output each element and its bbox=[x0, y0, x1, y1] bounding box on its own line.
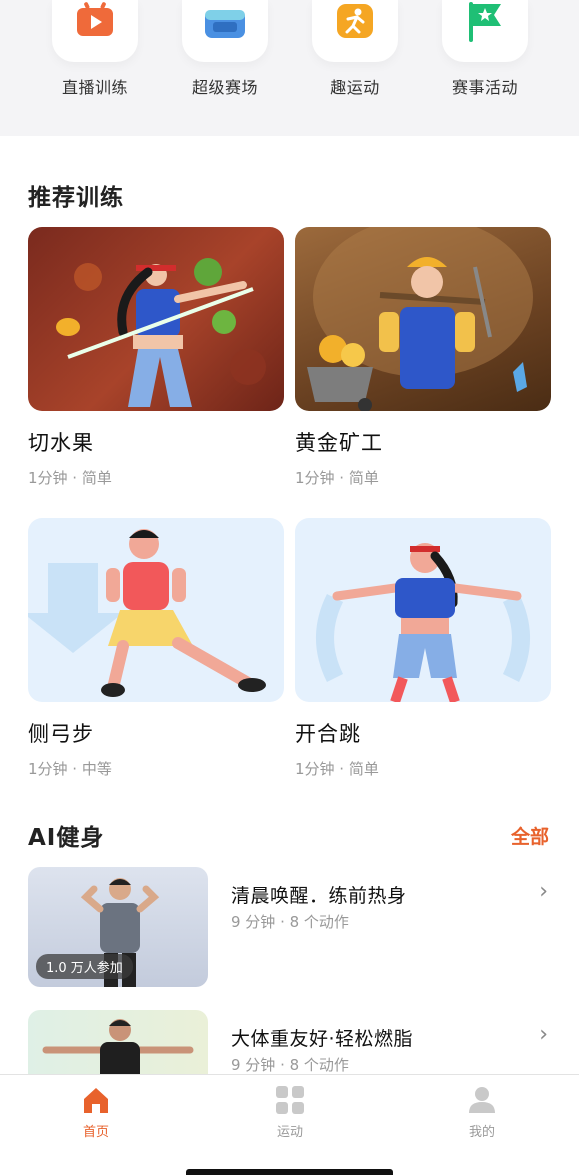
training-card-title: 黄金矿工 bbox=[295, 431, 383, 455]
quick-entry-label: 超级赛场 bbox=[191, 78, 258, 97]
tab-home[interactable]: 首页 bbox=[46, 1085, 146, 1140]
chevron-right-icon: › bbox=[539, 879, 548, 904]
home-indicator bbox=[186, 1169, 393, 1175]
training-card-meta: 1分钟 · 中等 bbox=[28, 760, 112, 778]
ai-fitness-section-title: AI健身 bbox=[28, 825, 105, 851]
fruit-ninja-illustration bbox=[28, 227, 284, 411]
jumping-jack-illustration bbox=[295, 518, 551, 702]
ai-workout-thumbnail: 1.0 万人参加 bbox=[28, 867, 208, 987]
quick-entry-live-training[interactable]: 直播训练 bbox=[30, 0, 160, 98]
tab-label: 我的 bbox=[468, 1125, 495, 1140]
training-card-meta: 1分钟 · 简单 bbox=[295, 760, 379, 778]
quick-entry-bar: 直播训练 超级赛场 趣运动 赛事活动 bbox=[0, 0, 579, 136]
ai-workout-row[interactable]: 1.0 万人参加 清晨唤醒．练前热身 9 分钟 · 8 个动作 › bbox=[28, 867, 552, 989]
training-card-title: 开合跳 bbox=[295, 722, 361, 746]
ai-fitness-all-link[interactable]: 全部 bbox=[511, 822, 549, 849]
ai-workout-title: 大体重友好·轻松燃脂 bbox=[231, 1028, 414, 1050]
training-card-meta: 1分钟 · 简单 bbox=[295, 469, 379, 487]
home-icon bbox=[84, 1088, 108, 1113]
quick-entry-fun-sport[interactable]: 趣运动 bbox=[290, 0, 420, 98]
grid-icon bbox=[276, 1086, 304, 1114]
training-card-side-lunge[interactable]: 侧弓步 1分钟 · 中等 bbox=[28, 518, 284, 779]
bottom-tab-bar: 首页 运动 我的 bbox=[0, 1074, 579, 1175]
side-lunge-illustration bbox=[28, 518, 284, 702]
tab-label: 首页 bbox=[82, 1125, 109, 1140]
quick-entry-label: 赛事活动 bbox=[451, 78, 518, 97]
user-icon bbox=[469, 1087, 495, 1113]
quick-entry-icon-box bbox=[182, 0, 268, 62]
tab-me[interactable]: 我的 bbox=[432, 1085, 532, 1140]
training-card-title: 侧弓步 bbox=[28, 722, 94, 746]
quick-entry-label: 趣运动 bbox=[330, 78, 380, 97]
quick-entry-icon-box bbox=[442, 0, 528, 62]
recommended-section-title: 推荐训练 bbox=[28, 185, 124, 211]
quick-entry-icon-box bbox=[52, 0, 138, 62]
ai-workout-meta: 9 分钟 · 8 个动作 bbox=[231, 1056, 349, 1074]
star-flag-icon bbox=[469, 2, 501, 42]
training-card-title: 切水果 bbox=[28, 431, 94, 455]
arena-icon bbox=[205, 10, 245, 38]
tab-label: 运动 bbox=[276, 1125, 303, 1140]
training-card-gold-miner[interactable]: 黄金矿工 1分钟 · 简单 bbox=[295, 227, 551, 488]
participants-badge: 1.0 万人参加 bbox=[36, 954, 133, 979]
quick-entry-events[interactable]: 赛事活动 bbox=[420, 0, 550, 98]
quick-entry-icon-box bbox=[312, 0, 398, 62]
chevron-right-icon: › bbox=[539, 1022, 548, 1047]
training-card-jumping-jack[interactable]: 开合跳 1分钟 · 简单 bbox=[295, 518, 551, 779]
running-person-icon bbox=[337, 4, 373, 38]
tab-sports[interactable]: 运动 bbox=[240, 1085, 340, 1140]
ai-workout-title: 清晨唤醒．练前热身 bbox=[231, 885, 407, 907]
quick-entry-label: 直播训练 bbox=[61, 78, 128, 97]
tv-play-icon bbox=[77, 2, 113, 36]
training-card-meta: 1分钟 · 简单 bbox=[28, 469, 112, 487]
training-card-fruit[interactable]: 切水果 1分钟 · 简单 bbox=[28, 227, 284, 488]
quick-entry-super-arena[interactable]: 超级赛场 bbox=[160, 0, 290, 98]
ai-workout-meta: 9 分钟 · 8 个动作 bbox=[231, 913, 349, 931]
gold-miner-illustration bbox=[295, 227, 551, 411]
